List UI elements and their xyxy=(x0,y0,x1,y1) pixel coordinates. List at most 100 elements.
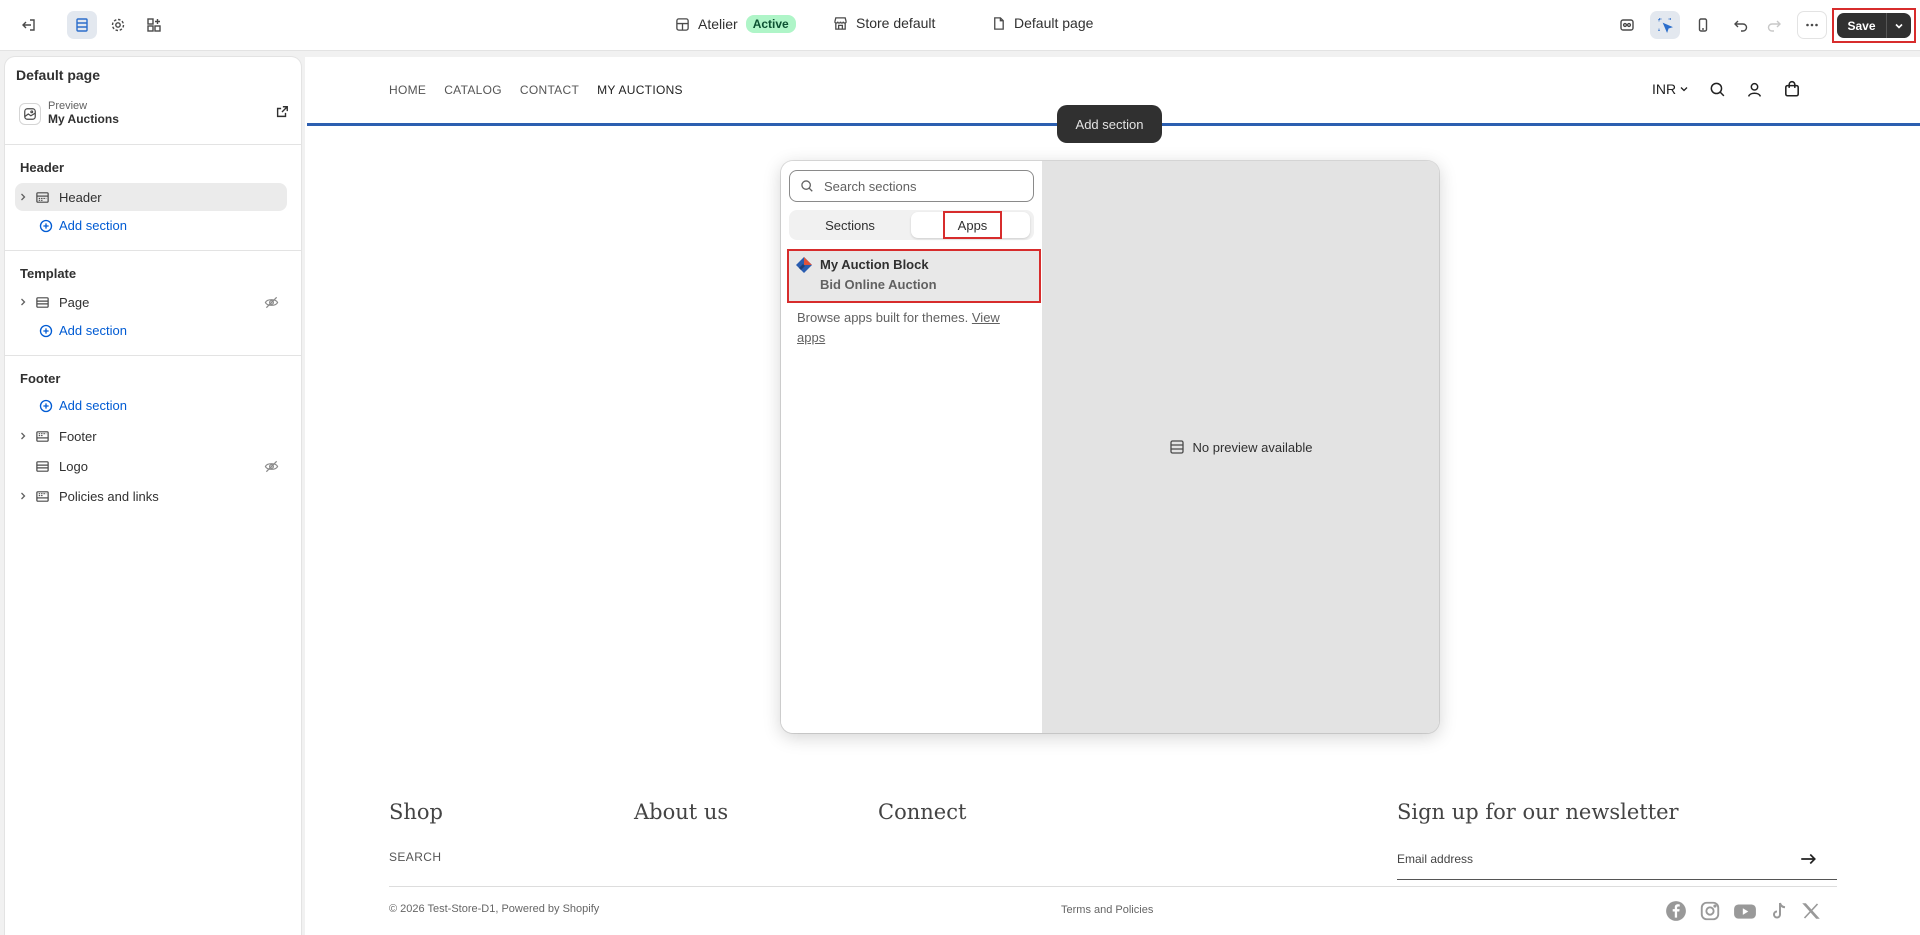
currency-value: INR xyxy=(1652,81,1677,97)
search-icon xyxy=(800,179,814,193)
divider xyxy=(5,250,301,251)
chevron-right-icon[interactable] xyxy=(15,192,31,202)
terms-link[interactable]: Terms and Policies xyxy=(1061,904,1153,916)
tree-item-label: Page xyxy=(59,294,90,310)
chevron-right-icon[interactable] xyxy=(15,297,31,307)
chevron-right-icon[interactable] xyxy=(15,491,31,501)
tree-item-label: Policies and links xyxy=(59,488,159,504)
group-title-footer: Footer xyxy=(20,371,61,386)
chevron-down-icon[interactable] xyxy=(1887,13,1911,38)
add-section-label: Add section xyxy=(59,218,127,233)
chevron-right-icon[interactable] xyxy=(15,431,31,441)
nav-link-home[interactable]: HOME xyxy=(389,83,426,97)
theme-name: Atelier xyxy=(698,16,738,32)
preview-value: My Auctions xyxy=(48,112,119,126)
tree-item-header[interactable]: Header xyxy=(15,183,287,211)
popover-preview-pane: No preview available xyxy=(1042,161,1439,733)
preview-canvas: HOME CATALOG CONTACT MY AUCTIONS INR Add… xyxy=(305,57,1920,935)
preview-selector[interactable]: Preview My Auctions xyxy=(15,99,291,129)
external-link-icon[interactable] xyxy=(275,105,289,119)
footer-divider xyxy=(389,886,1837,887)
apps-icon[interactable] xyxy=(139,11,169,39)
save-button[interactable]: Save xyxy=(1837,13,1887,38)
tree-item-policies[interactable]: Policies and links xyxy=(15,482,287,510)
nav-link-contact[interactable]: CONTACT xyxy=(520,83,579,97)
add-section-header[interactable]: Add section xyxy=(39,218,127,233)
store-selector[interactable]: Store default xyxy=(833,15,935,31)
store-name: Store default xyxy=(856,15,936,31)
footer-heading-shop: Shop xyxy=(389,800,443,824)
tree-item-label: Logo xyxy=(59,458,88,474)
nav-link-my-auctions[interactable]: MY AUCTIONS xyxy=(597,83,683,97)
page-selector[interactable]: Default page xyxy=(991,15,1093,31)
footer-section-icon xyxy=(31,429,53,444)
arrow-right-icon[interactable] xyxy=(1799,850,1817,868)
youtube-icon[interactable] xyxy=(1733,900,1757,922)
app-block-item[interactable]: My Auction Block Bid Online Auction xyxy=(787,249,1041,303)
image-icon xyxy=(19,103,41,125)
no-preview-text: No preview available xyxy=(1192,439,1313,455)
nav-link-catalog[interactable]: CATALOG xyxy=(444,83,502,97)
instagram-icon[interactable] xyxy=(1699,900,1721,922)
footer-heading-newsletter: Sign up for our newsletter xyxy=(1397,800,1679,824)
tiktok-icon[interactable] xyxy=(1769,900,1789,922)
tree-item-page[interactable]: Page xyxy=(15,288,287,316)
redo-icon[interactable] xyxy=(1759,11,1789,39)
tree-item-logo[interactable]: Logo xyxy=(15,452,287,480)
editor-topbar: Atelier Active Store default Default pag… xyxy=(0,0,1920,51)
store-nav: HOME CATALOG CONTACT MY AUCTIONS xyxy=(389,83,683,97)
mobile-icon[interactable] xyxy=(1688,11,1718,39)
app-name: My Auction Block xyxy=(820,257,929,272)
footer-section-icon xyxy=(31,489,53,504)
chevron-down-icon xyxy=(1680,87,1688,92)
store-nav-actions: INR xyxy=(1652,80,1801,98)
footer-heading-about: About us xyxy=(634,800,729,824)
tree-item-label: Header xyxy=(59,189,102,205)
theme-selector[interactable]: Atelier Active xyxy=(675,15,796,33)
more-icon[interactable] xyxy=(1797,11,1827,39)
tree-item-label: Footer xyxy=(59,428,97,444)
status-badge: Active xyxy=(745,15,796,33)
add-section-label: Add section xyxy=(59,398,127,413)
sections-icon[interactable] xyxy=(67,11,97,39)
cart-icon[interactable] xyxy=(1783,80,1801,98)
plus-circle-icon xyxy=(39,399,53,413)
eye-off-icon[interactable] xyxy=(264,459,279,474)
email-underline xyxy=(1397,879,1837,880)
browse-text: Browse apps built for themes. xyxy=(797,310,969,325)
footer-heading-connect: Connect xyxy=(878,800,967,824)
selector-icon[interactable] xyxy=(1650,11,1680,39)
currency-selector[interactable]: INR xyxy=(1652,81,1689,97)
eye-off-icon[interactable] xyxy=(264,295,279,310)
page-name: Default page xyxy=(1014,15,1094,31)
browse-apps-text: Browse apps built for themes. View apps xyxy=(797,308,1027,348)
footer-link-search[interactable]: SEARCH xyxy=(389,850,441,864)
add-section-tooltip[interactable]: Add section xyxy=(1057,105,1162,143)
eye-icon[interactable] xyxy=(1612,11,1642,39)
add-section-template[interactable]: Add section xyxy=(39,323,127,338)
sidebar-title: Default page xyxy=(16,67,101,83)
save-highlight: Save xyxy=(1832,8,1916,43)
tab-sections[interactable]: Sections xyxy=(789,210,911,240)
settings-icon[interactable] xyxy=(103,11,133,39)
app-subtitle: Bid Online Auction xyxy=(820,277,937,292)
tab-apps[interactable]: Apps xyxy=(943,211,1002,239)
add-section-footer[interactable]: Add section xyxy=(39,398,127,413)
plus-circle-icon xyxy=(39,219,53,233)
plus-circle-icon xyxy=(39,324,53,338)
add-section-popover: Search sections Sections Apps My Auction… xyxy=(781,161,1439,733)
layout-icon xyxy=(675,17,690,32)
tree-item-footer[interactable]: Footer xyxy=(15,422,287,450)
x-icon[interactable] xyxy=(1801,900,1821,922)
header-section-icon xyxy=(31,190,53,205)
block-icon xyxy=(31,459,53,474)
search-icon[interactable] xyxy=(1709,81,1726,98)
user-icon[interactable] xyxy=(1746,81,1763,98)
divider xyxy=(5,355,301,356)
undo-icon[interactable] xyxy=(1726,11,1756,39)
search-sections-input[interactable]: Search sections xyxy=(789,170,1034,202)
exit-icon[interactable] xyxy=(14,11,44,39)
facebook-icon[interactable] xyxy=(1665,900,1687,922)
store-icon xyxy=(833,16,848,31)
newsletter-email-input[interactable]: Email address xyxy=(1397,852,1473,866)
